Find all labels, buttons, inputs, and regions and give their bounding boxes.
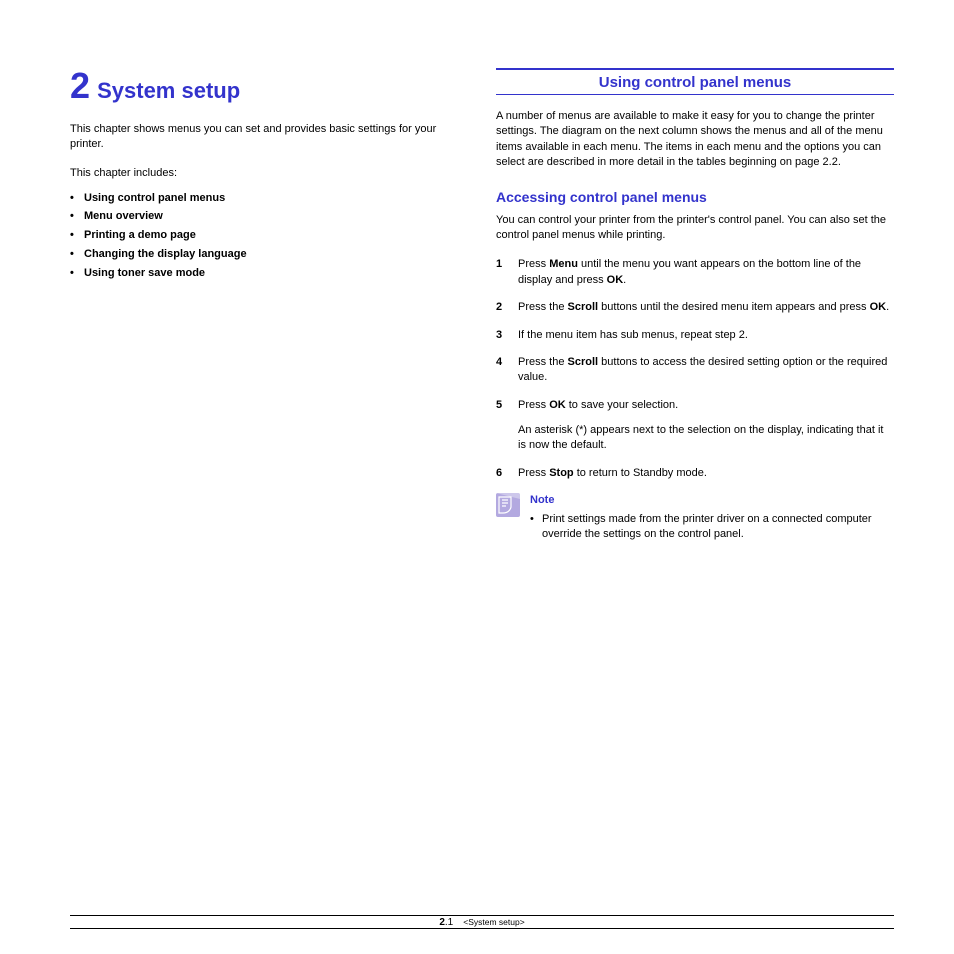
note-text: Print settings made from the printer dri… (530, 512, 894, 543)
subheading: Accessing control panel menus (496, 189, 894, 205)
list-item[interactable]: Menu overview (70, 207, 470, 226)
step-text: buttons until the desired menu item appe… (598, 301, 870, 313)
step: 3 If the menu item has sub menus, repeat… (496, 328, 894, 343)
step-number: 1 (496, 257, 518, 288)
step-text: Press the (518, 301, 568, 313)
note-block: Note Print settings made from the printe… (496, 493, 894, 542)
step-text: Press (518, 467, 549, 479)
step-number: 4 (496, 355, 518, 386)
page-columns: 2 System setup This chapter shows menus … (70, 68, 894, 542)
note-content: Note Print settings made from the printe… (530, 493, 894, 542)
list-item[interactable]: Printing a demo page (70, 226, 470, 245)
right-column: Using control panel menus A number of me… (496, 68, 894, 542)
footer-page-rest: .1 (445, 917, 453, 928)
chapter-heading: 2 System setup (70, 68, 470, 104)
step-number: 3 (496, 328, 518, 343)
chapter-number: 2 (70, 65, 90, 106)
step: 2 Press the Scroll buttons until the des… (496, 300, 894, 315)
section-intro-text: A number of menus are available to make … (496, 109, 894, 171)
section-heading: Using control panel menus (496, 68, 894, 95)
step-text: Press (518, 258, 549, 270)
note-title: Note (530, 493, 894, 508)
chapter-title: System setup (97, 78, 240, 103)
left-column: 2 System setup This chapter shows menus … (70, 68, 470, 542)
note-icon (496, 493, 520, 517)
list-item[interactable]: Changing the display language (70, 245, 470, 264)
steps-list: 1 Press Menu until the menu you want app… (496, 257, 894, 481)
step-body: Press Menu until the menu you want appea… (518, 257, 894, 288)
step-number: 2 (496, 300, 518, 315)
step-text: to save your selection. (566, 399, 679, 411)
step-body: Press the Scroll buttons to access the d… (518, 355, 894, 386)
step: 1 Press Menu until the menu you want app… (496, 257, 894, 288)
step-body: Press Stop to return to Standby mode. (518, 466, 894, 481)
step-subtext: An asterisk (*) appears next to the sele… (518, 423, 894, 454)
step-number: 6 (496, 466, 518, 481)
ui-label: Menu (549, 258, 578, 270)
ui-label: Scroll (568, 301, 599, 313)
step-text: . (886, 301, 889, 313)
page-footer: 2.1 <System setup> (70, 915, 894, 929)
step: 6 Press Stop to return to Standby mode. (496, 466, 894, 481)
list-item[interactable]: Using toner save mode (70, 264, 470, 283)
step-body: Press OK to save your selection. An aste… (518, 398, 894, 454)
chapter-intro: This chapter shows menus you can set and… (70, 122, 470, 153)
step-text: Press (518, 399, 549, 411)
subsection-intro: You can control your printer from the pr… (496, 213, 894, 244)
ui-label: OK (870, 301, 887, 313)
footer-tag: <System setup> (463, 917, 524, 927)
step-body: Press the Scroll buttons until the desir… (518, 300, 894, 315)
ui-label: Stop (549, 467, 573, 479)
list-item[interactable]: Using control panel menus (70, 189, 470, 208)
step: 4 Press the Scroll buttons to access the… (496, 355, 894, 386)
step: 5 Press OK to save your selection. An as… (496, 398, 894, 454)
step-text: Press the (518, 356, 568, 368)
includes-label: This chapter includes: (70, 167, 470, 179)
ui-label: OK (607, 274, 624, 286)
step-text: If the menu item has sub menus, repeat s… (518, 329, 748, 341)
step-body: If the menu item has sub menus, repeat s… (518, 328, 894, 343)
step-text: . (623, 274, 626, 286)
ui-label: OK (549, 399, 566, 411)
chapter-includes-list: Using control panel menus Menu overview … (70, 189, 470, 282)
step-text: to return to Standby mode. (574, 467, 707, 479)
ui-label: Scroll (568, 356, 599, 368)
step-number: 5 (496, 398, 518, 454)
